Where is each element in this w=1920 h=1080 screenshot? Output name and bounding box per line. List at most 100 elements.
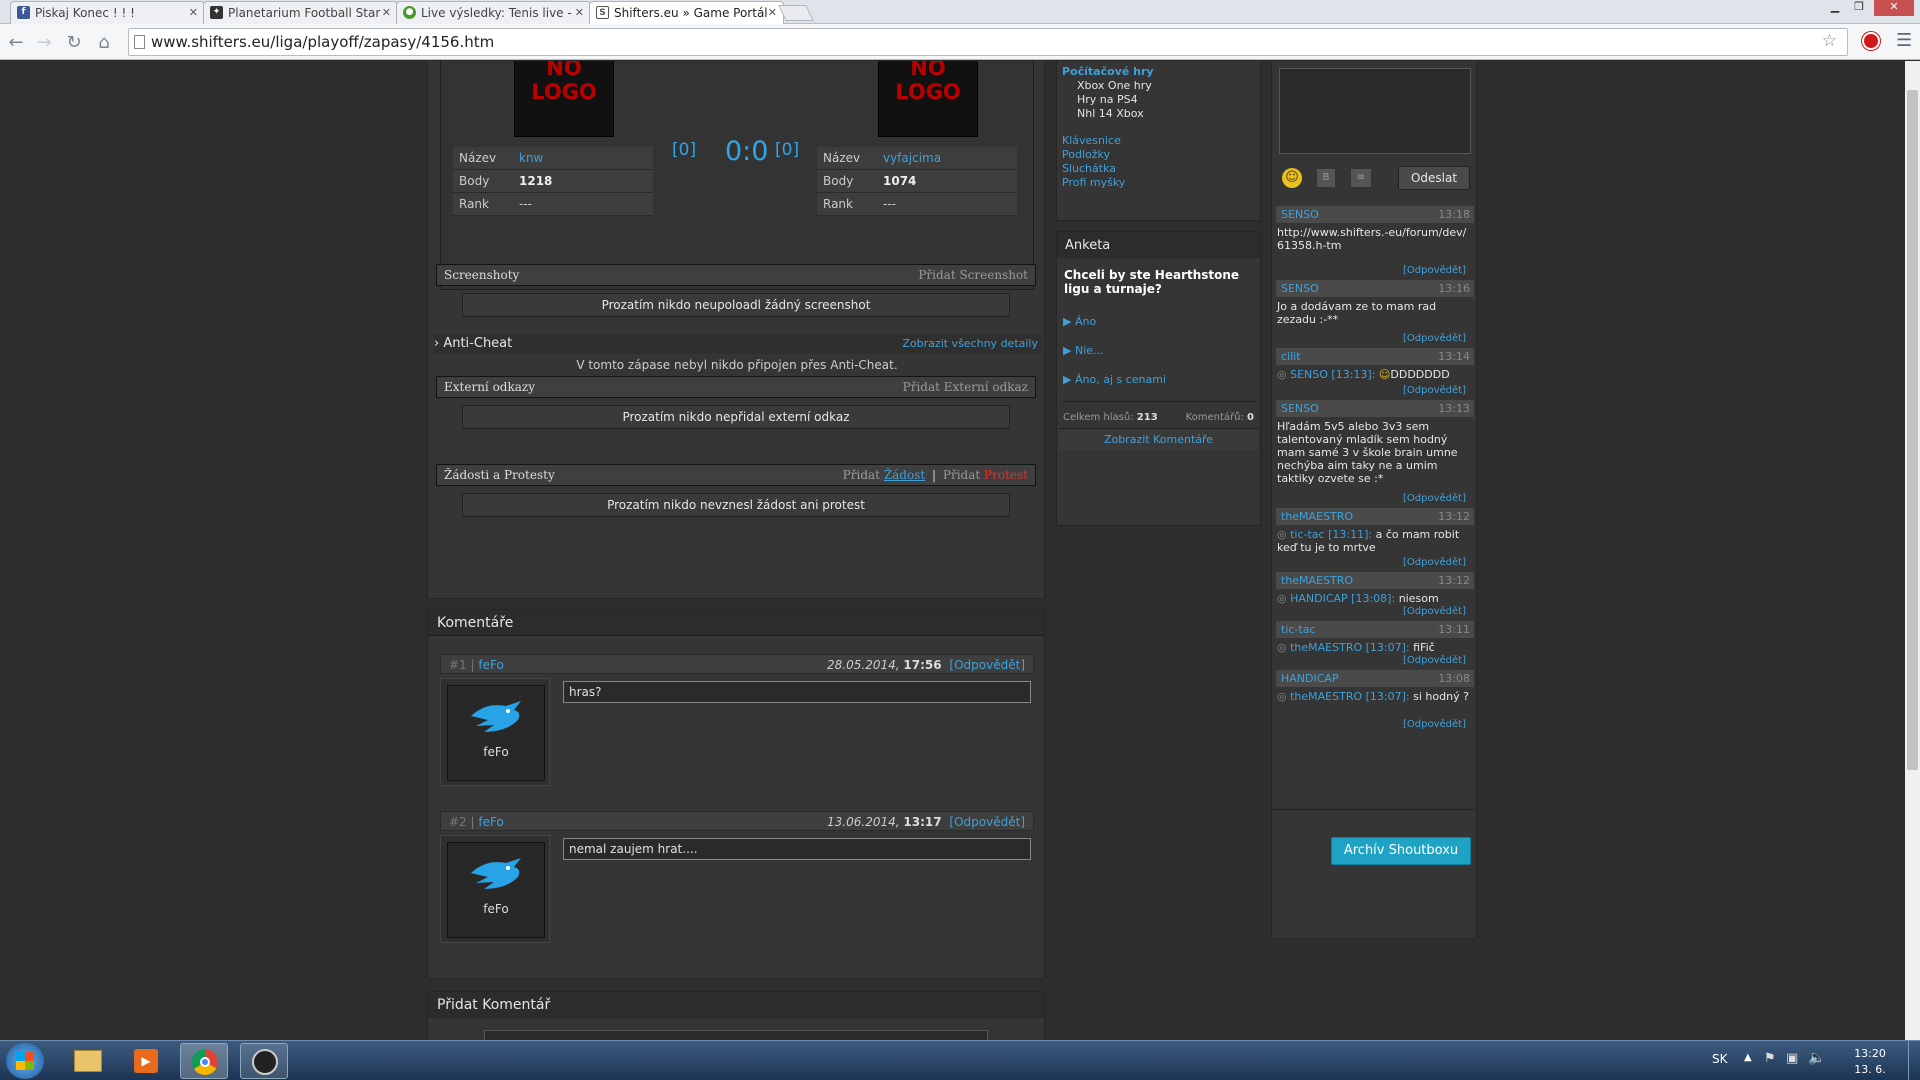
external-links-header: Externí odkazy Přidat Externí odkaz bbox=[436, 376, 1036, 398]
action-center-icon[interactable]: ⚑ bbox=[1764, 1051, 1776, 1066]
section-title[interactable]: › Anti-Cheat bbox=[434, 336, 512, 351]
poll-option[interactable]: ▶ Áno bbox=[1063, 315, 1096, 328]
shout-user[interactable]: theMAESTRO bbox=[1281, 574, 1353, 587]
reply-link[interactable]: [Odpovědět] bbox=[949, 658, 1025, 672]
category-subitem[interactable]: Hry na PS4 bbox=[1077, 93, 1152, 107]
shout-user[interactable]: theMAESTRO bbox=[1281, 510, 1353, 523]
reply-link[interactable]: [Odpovědět] bbox=[1276, 655, 1474, 669]
clock[interactable]: 13:20 13. 6. 2014 bbox=[1840, 1046, 1900, 1080]
forward-icon[interactable]: → bbox=[34, 32, 54, 53]
home-team-name[interactable]: knw bbox=[519, 151, 543, 165]
add-screenshot-link[interactable]: Přidat Screenshot bbox=[918, 268, 1028, 282]
poll-option[interactable]: ▶ Nie... bbox=[1063, 344, 1104, 357]
reload-icon[interactable]: ↻ bbox=[64, 32, 84, 53]
format-icon[interactable]: ≡ bbox=[1350, 168, 1372, 188]
shout-link[interactable]: http://www.shifters.-eu/forum/dev/61358.… bbox=[1276, 223, 1474, 265]
stat-label: Rank bbox=[459, 197, 489, 211]
add-comment-panel: Přidat Komentář bbox=[427, 991, 1045, 1040]
steam-taskbar-button[interactable] bbox=[240, 1043, 288, 1079]
browser-tab[interactable]: f Piskaj Konec ! ! ! ✕ bbox=[10, 1, 205, 24]
reply-link[interactable]: [Odpovědět] bbox=[1276, 557, 1474, 571]
bold-icon[interactable]: B bbox=[1316, 168, 1336, 188]
poll-option-label[interactable]: Áno bbox=[1075, 315, 1096, 328]
show-comments-button[interactable]: Zobrazit Komentáře bbox=[1059, 428, 1258, 450]
shout-user[interactable]: SENSO bbox=[1281, 402, 1319, 415]
comment-input[interactable] bbox=[484, 1030, 988, 1040]
media-player-taskbar-button[interactable]: ▶ bbox=[122, 1043, 170, 1079]
shout-ref[interactable]: HANDICAP [13:08]: bbox=[1290, 592, 1395, 605]
category-subitem[interactable]: Xbox One hry bbox=[1077, 79, 1152, 93]
comment-author[interactable]: feFo bbox=[478, 658, 503, 672]
window-close-icon[interactable]: ✕ bbox=[1874, 0, 1914, 16]
logo-line: LOGO bbox=[531, 80, 597, 104]
category-link[interactable]: Klávesnice bbox=[1062, 134, 1125, 148]
close-icon[interactable]: ✕ bbox=[382, 6, 391, 19]
shoutbox-archive-button[interactable]: Archív Shoutboxu bbox=[1331, 837, 1471, 865]
close-icon[interactable]: ✕ bbox=[575, 6, 584, 19]
avatar[interactable]: feFo bbox=[440, 835, 550, 943]
back-icon[interactable]: ← bbox=[6, 32, 26, 53]
browser-tab-active[interactable]: S Shifters.eu » Game Portál ✕ bbox=[589, 1, 784, 24]
extension-icon[interactable] bbox=[1862, 32, 1880, 50]
category-link[interactable]: Profi myšky bbox=[1062, 176, 1125, 190]
smiley-icon[interactable]: ☺ bbox=[1282, 168, 1302, 188]
avatar[interactable]: feFo bbox=[440, 678, 550, 786]
reply-link[interactable]: [Odpovědět] bbox=[1276, 606, 1474, 620]
language-indicator[interactable]: SK bbox=[1712, 1052, 1728, 1066]
away-team-name[interactable]: vyfajcima bbox=[883, 151, 941, 165]
show-desktop-button[interactable] bbox=[1908, 1041, 1920, 1080]
reply-link[interactable]: [Odpovědět] bbox=[1276, 333, 1474, 347]
anticheat-message: V tomto zápase nebyl nikdo připojen přes… bbox=[576, 358, 898, 372]
restore-icon[interactable]: ❐ bbox=[1848, 0, 1870, 16]
add-request-link[interactable]: Žádost bbox=[884, 468, 925, 482]
reply-link[interactable]: [Odpovědět] bbox=[1276, 493, 1474, 507]
shout-ref[interactable]: tic-tac [13:11]: bbox=[1290, 528, 1372, 541]
category-link[interactable]: Počítačové hry bbox=[1062, 65, 1154, 79]
reply-link[interactable]: [Odpovědět] bbox=[1276, 385, 1474, 399]
clock-date: 13. 6. 2014 bbox=[1854, 1063, 1886, 1080]
start-button[interactable] bbox=[6, 1043, 44, 1079]
shout-ref[interactable]: theMAESTRO [13:07]: bbox=[1290, 690, 1410, 703]
minimize-icon[interactable]: ▁ bbox=[1824, 0, 1846, 16]
shout-user[interactable]: tic-tac bbox=[1281, 623, 1316, 636]
add-external-link[interactable]: Přidat Externí odkaz bbox=[903, 380, 1028, 394]
url-input[interactable]: www.shifters.eu/liga/playoff/zapasy/4156… bbox=[128, 28, 1848, 56]
comment-author[interactable]: feFo bbox=[478, 815, 503, 829]
shout-ref[interactable]: SENSO [13:13]: bbox=[1290, 368, 1375, 381]
shout-user[interactable]: SENSO bbox=[1281, 282, 1319, 295]
category-subitem[interactable]: Nhl 14 Xbox bbox=[1077, 107, 1152, 121]
shout-user[interactable]: cilit bbox=[1281, 350, 1301, 363]
explorer-taskbar-button[interactable] bbox=[64, 1043, 112, 1079]
chrome-taskbar-button[interactable] bbox=[180, 1043, 228, 1079]
browser-tab[interactable]: ✦ Planetarium Football Star ✕ bbox=[203, 1, 398, 24]
menu-icon[interactable]: ☰ bbox=[1896, 30, 1912, 51]
browser-tab[interactable]: ● Live výsledky: Tenis live - ✕ bbox=[396, 1, 591, 24]
network-icon[interactable]: ▣ bbox=[1786, 1051, 1798, 1066]
home-icon[interactable]: ⌂ bbox=[94, 32, 114, 53]
logo-line: NO bbox=[910, 61, 946, 80]
shout-ref[interactable]: theMAESTRO [13:07]: bbox=[1290, 641, 1410, 654]
send-button[interactable]: Odeslat bbox=[1398, 166, 1470, 190]
shout-text: ◎ SENSO [13:13]: ☺DDDDDDD bbox=[1277, 368, 1450, 381]
poll-option[interactable]: ▶ Áno, aj s cenami bbox=[1063, 373, 1166, 386]
close-icon[interactable]: ✕ bbox=[768, 6, 777, 19]
volume-icon[interactable]: 🔈 bbox=[1808, 1050, 1825, 1066]
shout-text: Hľadám 5v5 alebo 3v3 sem talentovaný mla… bbox=[1277, 420, 1458, 485]
add-protest-link[interactable]: Protest bbox=[984, 468, 1028, 482]
reply-link[interactable]: [Odpovědět] bbox=[949, 815, 1025, 829]
star-icon[interactable]: ☆ bbox=[1822, 31, 1837, 51]
scrollbar-thumb[interactable] bbox=[1907, 90, 1918, 770]
reply-link[interactable]: [Odpovědět] bbox=[1276, 265, 1474, 279]
reply-link[interactable]: [Odpovědět] bbox=[1276, 719, 1474, 733]
shout-user[interactable]: SENSO bbox=[1281, 208, 1319, 221]
show-all-details-link[interactable]: Zobrazit všechny detaily bbox=[902, 337, 1038, 350]
poll-option-label[interactable]: Áno, aj s cenami bbox=[1075, 373, 1166, 386]
category-link[interactable]: Sluchátka bbox=[1062, 162, 1125, 176]
shout-user[interactable]: HANDICAP bbox=[1281, 672, 1339, 685]
close-icon[interactable]: ✕ bbox=[189, 6, 198, 19]
poll-option-label[interactable]: Nie... bbox=[1075, 344, 1104, 357]
bird-icon bbox=[471, 701, 521, 732]
tray-expand-icon[interactable]: ▲ bbox=[1744, 1052, 1752, 1063]
shout-input[interactable] bbox=[1279, 68, 1471, 154]
category-link[interactable]: Podložky bbox=[1062, 148, 1125, 162]
